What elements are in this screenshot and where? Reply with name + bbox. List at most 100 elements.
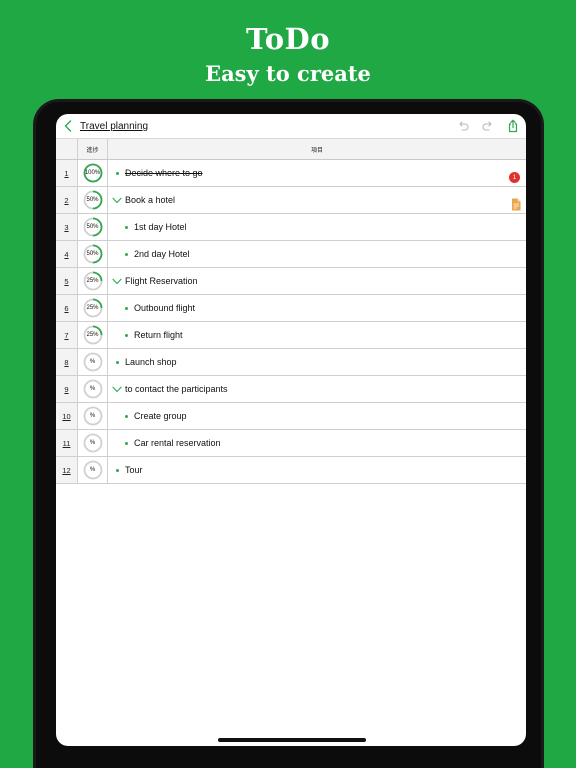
share-button[interactable] [506,119,520,133]
row-progress-cell[interactable]: % [78,430,108,456]
table-row[interactable]: 12% Tour [56,457,526,484]
progress-ring[interactable]: % [83,460,103,480]
progress-ring[interactable]: 50% [83,217,103,237]
home-indicator[interactable] [218,738,366,742]
item-text[interactable]: Flight Reservation [125,268,198,294]
notification-badge[interactable]: 1 [509,172,520,183]
expand-chevron-icon[interactable] [112,376,122,402]
progress-label: 50% [86,224,99,230]
progress-ring[interactable]: 50% [83,244,103,264]
item-text[interactable]: Create group [134,403,187,429]
item-text[interactable]: 1st day Hotel [134,214,187,240]
row-number[interactable]: 2 [56,187,78,213]
row-number[interactable]: 1 [56,160,78,186]
redo-button[interactable] [481,119,495,133]
table-row[interactable]: 9% to contact the participants [56,376,526,403]
progress-label: 25% [86,305,99,311]
row-number[interactable]: 7 [56,322,78,348]
item-text[interactable]: 2nd day Hotel [134,241,190,267]
row-number[interactable]: 9 [56,376,78,402]
row-item-cell[interactable]: Return flight [108,322,526,348]
row-number[interactable]: 5 [56,268,78,294]
progress-label: 50% [86,197,99,203]
row-item-cell[interactable]: to contact the participants [108,376,526,402]
table-row[interactable]: 4 50% 2nd day Hotel [56,241,526,268]
progress-ring[interactable]: 25% [83,325,103,345]
table-row[interactable]: 7 25% Return flight [56,322,526,349]
table-row[interactable]: 11% Car rental reservation [56,430,526,457]
progress-ring[interactable]: 50% [83,190,103,210]
row-item-cell[interactable]: Create group [108,403,526,429]
row-progress-cell[interactable]: % [78,403,108,429]
row-item-cell[interactable]: Flight Reservation [108,268,526,294]
table-row[interactable]: 8% Launch shop [56,349,526,376]
progress-ring[interactable]: 100% [83,163,103,183]
progress-label: 25% [86,278,99,284]
row-progress-cell[interactable]: 25% [78,322,108,348]
row-progress-cell[interactable]: % [78,457,108,483]
expand-chevron-icon[interactable] [112,268,122,294]
bullet-icon [124,322,128,348]
row-progress-cell[interactable]: 25% [78,295,108,321]
item-text[interactable]: Return flight [134,322,183,348]
header-item: 項目 [310,147,323,154]
progress-label: % [89,359,96,365]
row-item-cell[interactable]: Launch shop [108,349,526,375]
progress-ring[interactable]: % [83,352,103,372]
bullet-icon [115,160,119,186]
row-progress-cell[interactable]: 50% [78,214,108,240]
table-row[interactable]: 2 50% Book a hotel [56,187,526,214]
row-number[interactable]: 12 [56,457,78,483]
progress-ring[interactable]: % [83,379,103,399]
row-number[interactable]: 11 [56,430,78,456]
table-header: 進捗 項目 [56,138,526,160]
progress-label: 100% [84,170,101,176]
navigation-bar: Travel planning [56,114,526,138]
table-row[interactable]: 5 25% Flight Reservation [56,268,526,295]
undo-button[interactable] [456,119,470,133]
row-item-cell[interactable]: Decide where to go 1 [108,160,526,186]
page-title[interactable]: Travel planning [80,121,148,132]
table-row[interactable]: 3 50% 1st day Hotel [56,214,526,241]
item-text[interactable]: Tour [125,457,143,483]
note-icon[interactable] [511,198,521,211]
chevron-left-icon [64,120,72,132]
table-row[interactable]: 1 100% Decide where to go 1 [56,160,526,187]
redo-icon [482,121,492,131]
row-item-cell[interactable]: Outbound flight [108,295,526,321]
back-button[interactable] [60,117,76,135]
row-progress-cell[interactable]: % [78,349,108,375]
progress-ring[interactable]: 25% [83,298,103,318]
expand-chevron-icon[interactable] [112,187,122,213]
row-number[interactable]: 6 [56,295,78,321]
row-progress-cell[interactable]: 50% [78,187,108,213]
progress-ring[interactable]: % [83,406,103,426]
item-text[interactable]: Book a hotel [125,187,175,213]
table-row[interactable]: 10% Create group [56,403,526,430]
row-item-cell[interactable]: 2nd day Hotel [108,241,526,267]
row-number[interactable]: 8 [56,349,78,375]
row-item-cell[interactable]: Tour [108,457,526,483]
row-item-cell[interactable]: Car rental reservation [108,430,526,456]
row-progress-cell[interactable]: 25% [78,268,108,294]
row-number[interactable]: 4 [56,241,78,267]
row-item-cell[interactable]: Book a hotel [108,187,526,213]
row-progress-cell[interactable]: 50% [78,241,108,267]
item-text[interactable]: Outbound flight [134,295,195,321]
row-item-cell[interactable]: 1st day Hotel [108,214,526,240]
item-text[interactable]: Car rental reservation [134,430,221,456]
app-screen: Travel planning 進捗 項目 1 100% Decide wher… [56,114,526,746]
table-row[interactable]: 6 25% Outbound flight [56,295,526,322]
row-progress-cell[interactable]: % [78,376,108,402]
bullet-icon [124,214,128,240]
bullet-icon [124,430,128,456]
row-progress-cell[interactable]: 100% [78,160,108,186]
row-number[interactable]: 10 [56,403,78,429]
progress-ring[interactable]: 25% [83,271,103,291]
row-number[interactable]: 3 [56,214,78,240]
item-text[interactable]: Launch shop [125,349,177,375]
todo-table: 進捗 項目 1 100% Decide where to go 1 2 50% Book a… [56,138,526,484]
item-text[interactable]: to contact the participants [125,376,228,402]
item-text[interactable]: Decide where to go [125,160,203,186]
progress-ring[interactable]: % [83,433,103,453]
